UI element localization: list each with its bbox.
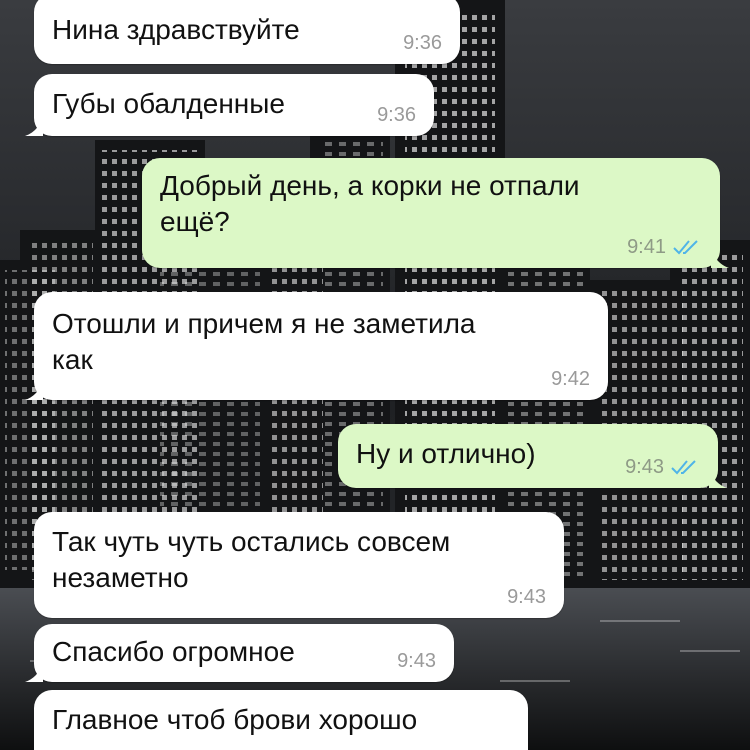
- message-text: Так чуть чуть остались совсем незаметно: [52, 526, 451, 593]
- bubble-tail: [711, 250, 729, 268]
- message-time: 9:43: [507, 586, 546, 608]
- message-text: Нина здравствуйте: [52, 14, 300, 45]
- outgoing-message[interactable]: Ну и отлично) 9:43: [338, 424, 727, 488]
- message-time: 9:42: [551, 368, 590, 390]
- message-text: Губы обалденные: [52, 88, 285, 119]
- message-text: Главное чтоб брови хорошо: [52, 704, 418, 735]
- incoming-message[interactable]: Губы обалденные 9:36: [25, 74, 434, 136]
- incoming-message[interactable]: Спасибо огромное 9:43: [25, 624, 454, 682]
- message-text: Спасибо огромное: [52, 636, 295, 667]
- incoming-message[interactable]: Нина здравствуйте 9:36: [34, 0, 460, 64]
- chat-screen: Нина здравствуйте 9:36 Губы обалденные 9…: [0, 0, 750, 750]
- message-time: 9:43: [397, 650, 436, 672]
- message-text: Отошли и причем я не заметила как: [52, 308, 476, 375]
- message-time: 9:36: [403, 32, 442, 54]
- bubble-tail: [25, 118, 43, 136]
- message-time: 9:41: [627, 236, 666, 258]
- incoming-message[interactable]: Отошли и причем я не заметила как 9:42: [25, 292, 608, 400]
- incoming-message[interactable]: Главное чтоб брови хорошо: [34, 690, 528, 750]
- double-check-read-icon: [671, 460, 696, 475]
- outgoing-message[interactable]: Добрый день, а корки не отпали ещё? 9:41: [142, 158, 729, 268]
- bubble-tail: [709, 470, 727, 488]
- incoming-message[interactable]: Так чуть чуть остались совсем незаметно …: [34, 512, 564, 618]
- message-time: 9:36: [377, 104, 416, 126]
- double-check-read-icon: [673, 240, 698, 255]
- message-text: Добрый день, а корки не отпали ещё?: [160, 170, 580, 237]
- message-time: 9:43: [625, 456, 664, 478]
- bubble-tail: [25, 664, 43, 682]
- bubble-tail: [25, 382, 43, 400]
